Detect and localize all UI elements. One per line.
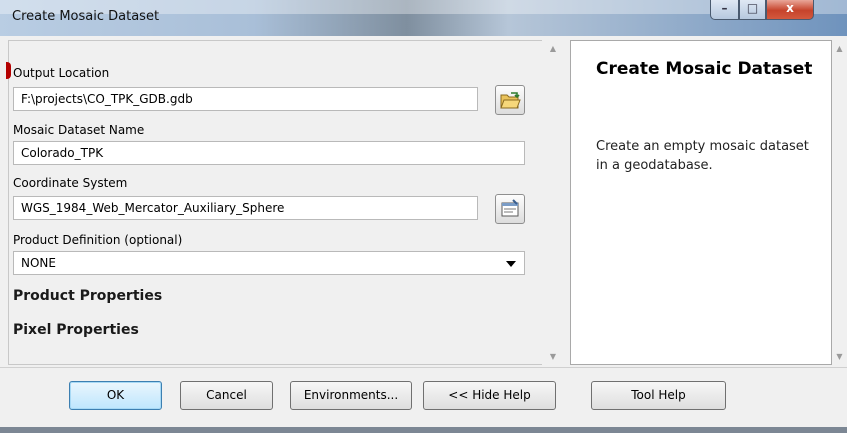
output-location-input[interactable]: F:\projects\CO_TPK_GDB.gdb: [13, 87, 478, 111]
window-bottom-edge: [0, 427, 847, 433]
help-title: Create Mosaic Dataset: [596, 59, 813, 79]
coordinate-system-input[interactable]: WGS_1984_Web_Mercator_Auxiliary_Sphere: [13, 196, 478, 220]
mosaic-dataset-name-label: Mosaic Dataset Name: [13, 123, 145, 137]
help-scrollbar[interactable]: ▲ ▼: [832, 40, 847, 365]
close-button[interactable]: x: [766, 0, 814, 20]
minimize-icon: –: [721, 1, 728, 15]
mosaic-dataset-name-input[interactable]: Colorado_TPK: [13, 141, 525, 165]
cancel-button[interactable]: Cancel: [180, 381, 273, 410]
browse-output-location-button[interactable]: [495, 85, 525, 115]
environments-button[interactable]: Environments...: [290, 381, 412, 410]
scroll-down-arrow-icon[interactable]: ▼: [542, 352, 564, 361]
tool-help-button[interactable]: Tool Help: [591, 381, 726, 410]
product-definition-select[interactable]: NONE: [13, 251, 525, 275]
product-definition-value: NONE: [21, 256, 56, 270]
parameters-scrollbar[interactable]: ▲ ▼: [542, 40, 564, 365]
help-scroll-up-arrow-icon[interactable]: ▲: [832, 44, 847, 53]
product-properties-section[interactable]: Product Properties: [13, 288, 162, 304]
window-title: Create Mosaic Dataset: [12, 9, 160, 24]
help-description: Create an empty mosaic dataset in a geod…: [596, 139, 809, 173]
coordinate-system-label: Coordinate System: [13, 176, 128, 190]
help-panel: [570, 40, 832, 365]
properties-icon: [501, 199, 519, 217]
scroll-up-arrow-icon[interactable]: ▲: [542, 44, 564, 53]
output-location-label: Output Location: [13, 66, 110, 80]
required-field-marker-icon: [6, 62, 11, 79]
minimize-button[interactable]: –: [710, 0, 739, 20]
close-icon: x: [786, 1, 794, 15]
hide-help-button[interactable]: << Hide Help: [423, 381, 556, 410]
help-scroll-down-arrow-icon[interactable]: ▼: [832, 352, 847, 361]
title-bar[interactable]: Create Mosaic Dataset – □ x: [0, 0, 847, 36]
maximize-button[interactable]: □: [739, 0, 766, 20]
bottom-separator: [0, 367, 847, 368]
product-definition-label: Product Definition (optional): [13, 233, 183, 247]
chevron-down-icon: [506, 261, 516, 267]
create-mosaic-dataset-dialog: Create Mosaic Dataset – □ x ▲ ▼ Output L…: [0, 0, 847, 433]
folder-open-icon: [500, 92, 521, 109]
coordinate-system-properties-button[interactable]: [495, 194, 525, 224]
pixel-properties-section[interactable]: Pixel Properties: [13, 322, 139, 338]
maximize-icon: □: [746, 1, 759, 15]
ok-button[interactable]: OK: [69, 381, 162, 410]
